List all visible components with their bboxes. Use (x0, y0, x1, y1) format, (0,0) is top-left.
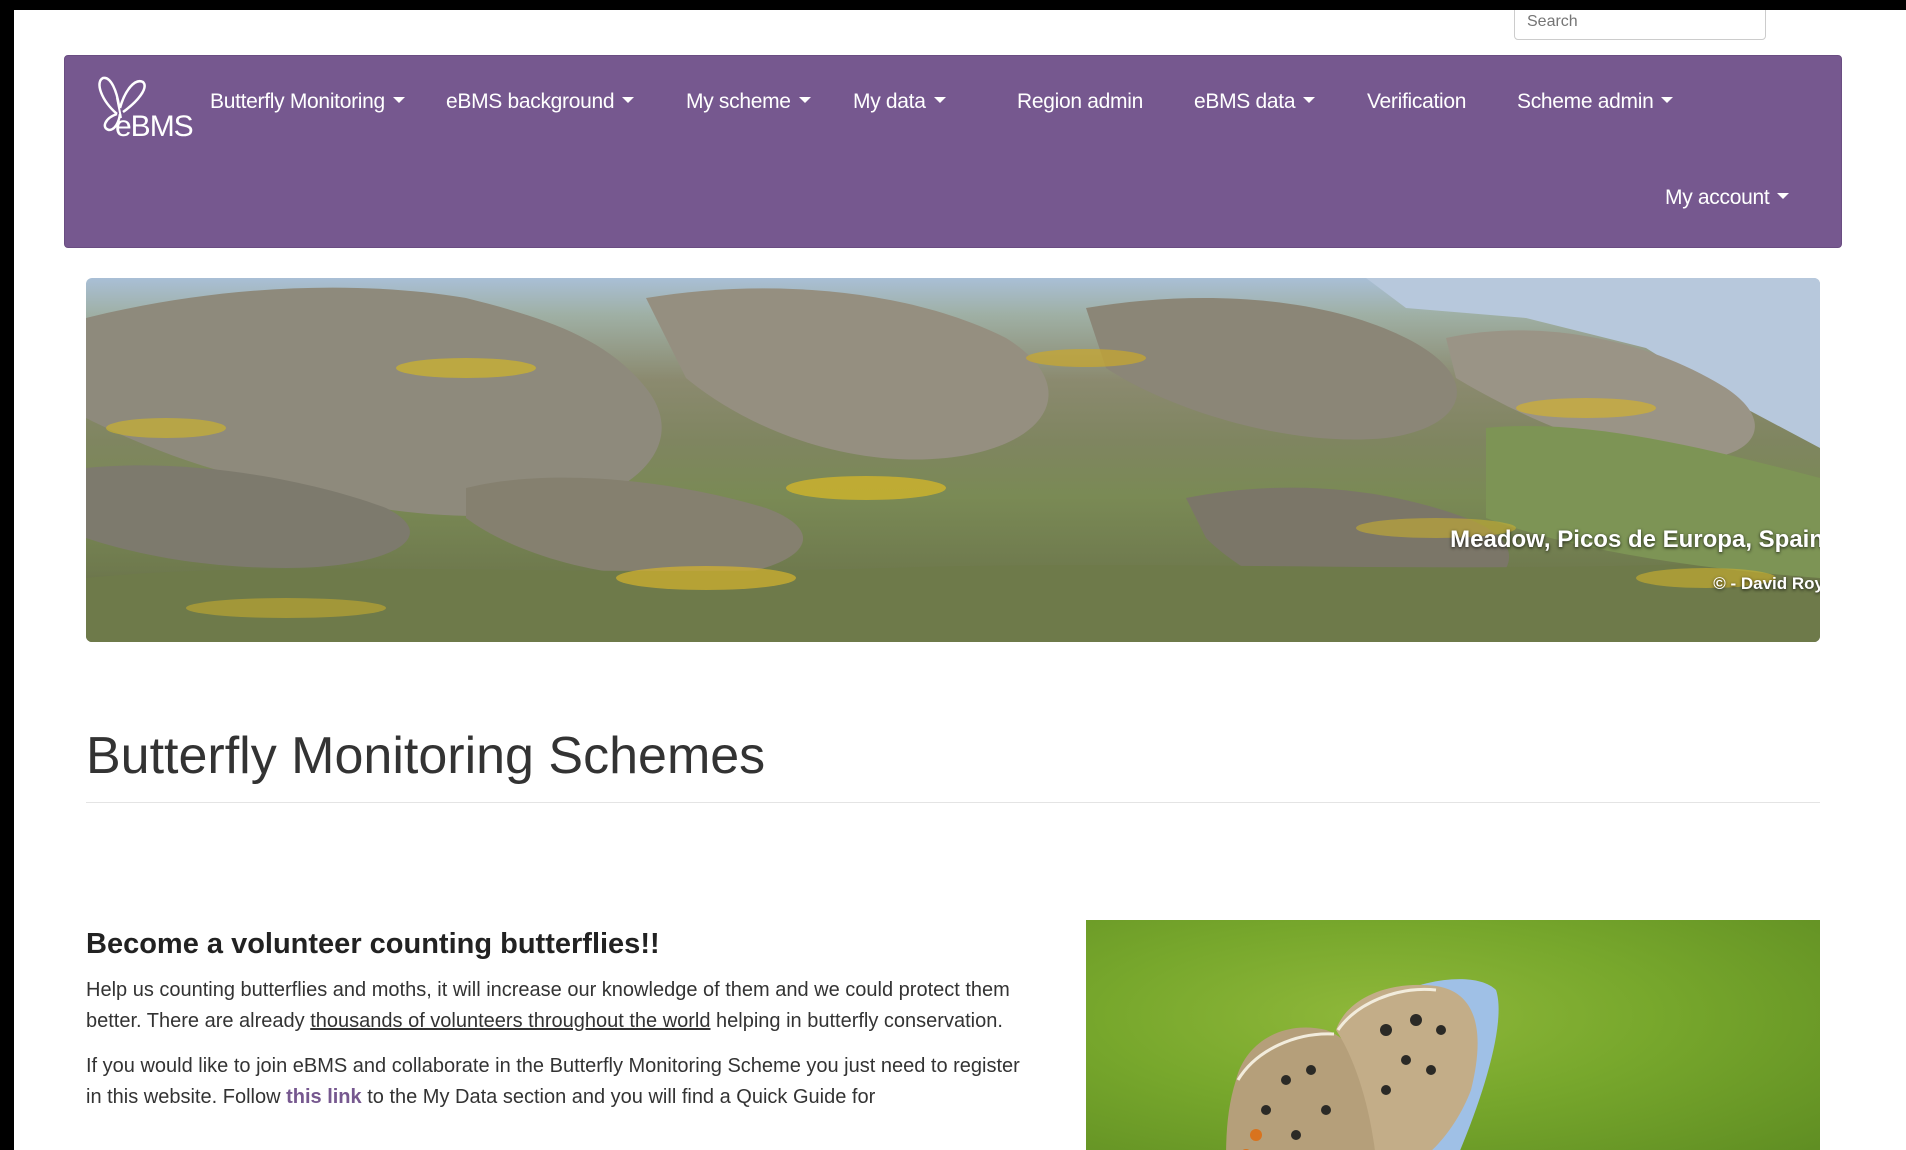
paragraph-text: helping in butterfly conservation. (710, 1010, 1003, 1032)
nav-label: My scheme (686, 90, 791, 113)
nav-ebms-data[interactable]: eBMS data (1194, 90, 1316, 114)
main-navbar: eBMS Butterfly Monitoring eBMS backgroun… (64, 55, 1842, 248)
volunteer-heading: Become a volunteer counting butterflies!… (86, 928, 660, 960)
volunteer-paragraph-2: If you would like to join eBMS and colla… (86, 1051, 1036, 1113)
nav-verification[interactable]: Verification (1367, 90, 1466, 114)
butterfly-photo (1086, 920, 1820, 1150)
nav-label: eBMS background (446, 90, 615, 113)
volunteers-world-link[interactable]: thousands of volunteers throughout the w… (310, 1010, 710, 1032)
nav-region-admin[interactable]: Region admin (1017, 90, 1143, 114)
caret-down-icon (622, 97, 635, 104)
nav-label: Region admin (1017, 90, 1143, 113)
page-title: Butterfly Monitoring Schemes (86, 727, 766, 785)
search-input[interactable] (1515, 10, 1765, 39)
this-link[interactable]: this link (286, 1086, 362, 1108)
brand-logo[interactable]: eBMS (87, 70, 197, 150)
browser-page: eBMS Butterfly Monitoring eBMS backgroun… (14, 10, 1906, 1150)
hero-caption: Meadow, Picos de Europa, Spain (1450, 526, 1820, 553)
nav-my-data[interactable]: My data (853, 90, 946, 114)
hero-landscape-image (86, 278, 1820, 642)
caret-down-icon (798, 97, 811, 104)
volunteer-paragraph-1: Help us counting butterflies and moths, … (86, 975, 1036, 1037)
nav-label: Verification (1367, 90, 1467, 113)
hero-banner: Meadow, Picos de Europa, Spain © - David… (86, 278, 1820, 642)
volunteer-section: Become a volunteer counting butterflies!… (86, 928, 1036, 1127)
title-divider (86, 802, 1820, 803)
paragraph-text: to the My Data section and you will find… (361, 1086, 876, 1108)
caret-down-icon (1303, 97, 1316, 104)
caret-down-icon (1777, 193, 1790, 200)
nav-butterfly-monitoring[interactable]: Butterfly Monitoring (210, 90, 405, 114)
nav-ebms-background[interactable]: eBMS background (446, 90, 635, 114)
butterfly-image (1226, 979, 1499, 1150)
search-box[interactable] (1514, 10, 1766, 40)
brand-name: eBMS (115, 110, 194, 143)
caret-down-icon (392, 97, 405, 104)
nav-my-account[interactable]: My account (1665, 186, 1790, 210)
nav-my-scheme[interactable]: My scheme (686, 90, 811, 114)
nav-label: My data (853, 90, 926, 113)
caret-down-icon (1661, 97, 1674, 104)
nav-scheme-admin[interactable]: Scheme admin (1517, 90, 1674, 114)
nav-label: Scheme admin (1517, 90, 1654, 113)
nav-label: Butterfly Monitoring (210, 90, 385, 113)
caret-down-icon (933, 97, 946, 104)
hero-credit: © - David Roy (1713, 574, 1820, 593)
nav-label: eBMS data (1194, 90, 1296, 113)
nav-label: My account (1665, 186, 1770, 209)
